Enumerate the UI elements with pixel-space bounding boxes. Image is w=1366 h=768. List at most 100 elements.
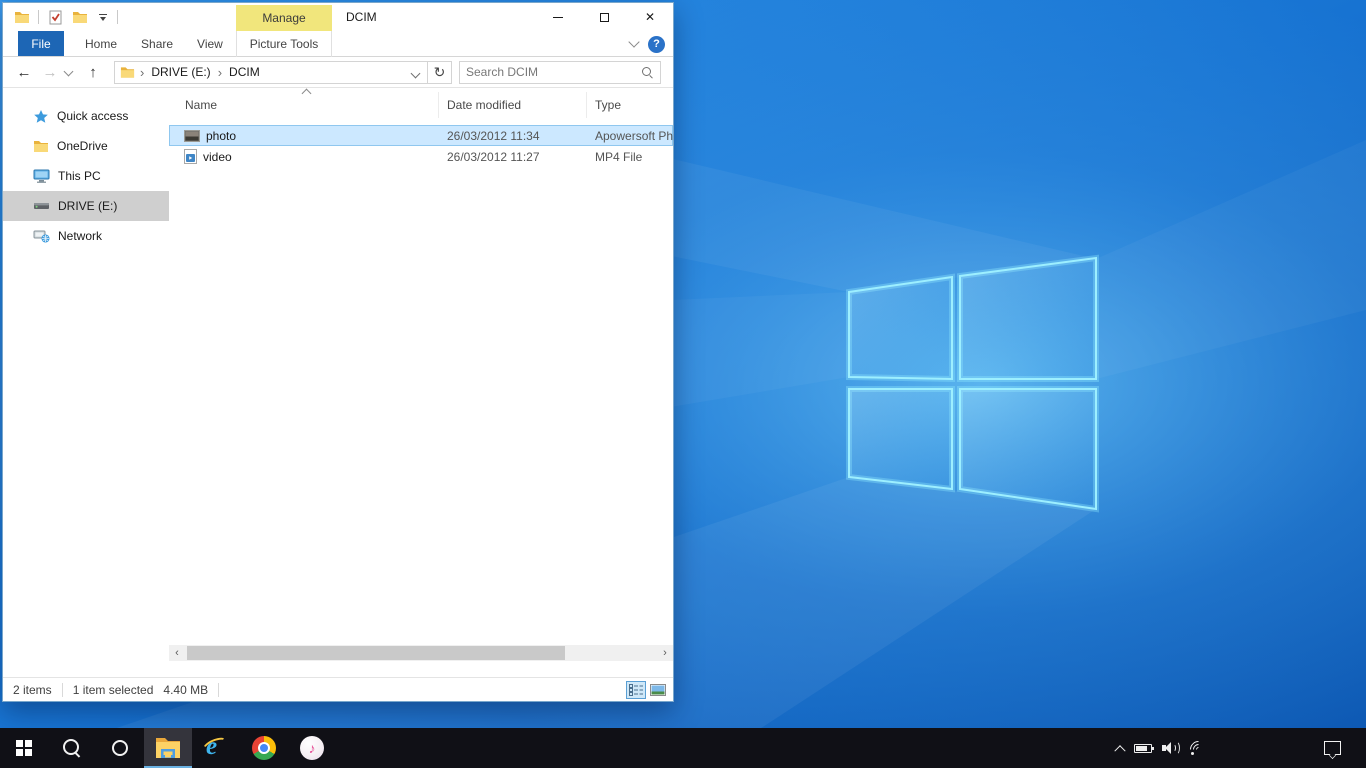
tab-share[interactable]: Share xyxy=(129,31,185,56)
sidebar-item-network[interactable]: Network xyxy=(3,221,169,251)
horizontal-scrollbar[interactable]: ‹ › xyxy=(169,645,673,661)
tab-home[interactable]: Home xyxy=(73,31,129,56)
battery-icon[interactable] xyxy=(1134,744,1152,753)
ribbon-tabs: File Home Share View Picture Tools ? xyxy=(3,31,673,57)
address-folder-icon xyxy=(120,66,135,79)
scrollbar-thumb[interactable] xyxy=(187,646,565,660)
sidebar-item-this-pc[interactable]: This PC xyxy=(3,161,169,191)
close-button[interactable]: ✕ xyxy=(627,3,673,31)
cortana-button[interactable] xyxy=(96,728,144,768)
column-headers: Name Date modified Type xyxy=(169,92,673,118)
tab-file[interactable]: File xyxy=(18,31,64,56)
breadcrumb-drive[interactable]: DRIVE (E:) xyxy=(149,65,212,79)
forward-button[interactable]: → xyxy=(37,64,63,81)
thumbnails-view-icon xyxy=(650,684,666,696)
recent-locations-icon[interactable] xyxy=(64,66,74,76)
title-bar[interactable]: Manage DCIM ✕ xyxy=(3,3,673,31)
maximize-button[interactable] xyxy=(581,3,627,31)
scrollbar-track[interactable] xyxy=(185,645,657,661)
file-name: photo xyxy=(206,129,236,143)
action-center-icon xyxy=(1324,741,1341,755)
minimize-icon xyxy=(553,17,563,18)
sort-ascending-icon xyxy=(302,89,312,99)
sidebar-item-onedrive[interactable]: OneDrive xyxy=(3,131,169,161)
taskbar: e ♪ xyxy=(0,728,1366,768)
quick-access-toolbar xyxy=(13,7,118,27)
hidden-icons-chevron-icon[interactable] xyxy=(1114,745,1125,756)
column-header-type[interactable]: Type xyxy=(587,92,673,118)
tab-picture-tools[interactable]: Picture Tools xyxy=(236,31,332,57)
file-row-video[interactable]: video 26/03/2012 11:27 MP4 File xyxy=(169,146,673,167)
wifi-icon[interactable] xyxy=(1190,741,1208,755)
ribbon-contextual-group-manage[interactable]: Manage xyxy=(236,5,332,31)
tab-view[interactable]: View xyxy=(185,31,235,56)
help-icon[interactable]: ? xyxy=(648,36,665,53)
file-type: Apowersoft Pho xyxy=(587,129,673,143)
network-icon xyxy=(33,229,50,243)
photo-thumbnail-icon xyxy=(184,130,200,142)
taskbar-search-button[interactable] xyxy=(48,728,96,768)
internet-explorer-button[interactable]: e xyxy=(192,728,240,768)
items-count: 2 items xyxy=(3,683,62,697)
volume-icon[interactable] xyxy=(1162,741,1180,755)
taskbar-file-explorer-button[interactable] xyxy=(144,728,192,768)
new-folder-icon[interactable] xyxy=(71,8,89,26)
sidebar-item-label: OneDrive xyxy=(57,139,108,153)
sidebar-item-label: DRIVE (E:) xyxy=(58,199,117,213)
maximize-icon xyxy=(600,13,609,22)
search-icon[interactable] xyxy=(641,66,654,79)
sidebar-item-drive-e[interactable]: DRIVE (E:) xyxy=(3,191,169,221)
refresh-button[interactable]: ↻ xyxy=(428,61,452,84)
sidebar-item-quick-access[interactable]: Quick access xyxy=(3,101,169,131)
up-button[interactable]: ↑ xyxy=(80,64,106,81)
sidebar-item-label: Quick access xyxy=(57,109,128,123)
search-input[interactable] xyxy=(466,65,641,79)
column-header-name[interactable]: Name xyxy=(169,92,439,118)
file-row-photo[interactable]: photo 26/03/2012 11:34 Apowersoft Pho xyxy=(169,125,673,146)
minimize-button[interactable] xyxy=(535,3,581,31)
search-box[interactable] xyxy=(459,61,661,84)
scroll-left-icon[interactable]: ‹ xyxy=(169,645,185,661)
breadcrumb-separator-icon: › xyxy=(135,65,149,80)
file-type: MP4 File xyxy=(587,150,673,164)
start-button[interactable] xyxy=(0,728,48,768)
itunes-button[interactable]: ♪ xyxy=(288,728,336,768)
minimize-ribbon-icon[interactable] xyxy=(628,36,639,47)
folder-icon[interactable] xyxy=(13,8,31,26)
thumbnails-view-button[interactable] xyxy=(648,681,668,699)
navigation-pane: Quick access OneDrive This PC xyxy=(3,88,169,661)
drive-icon xyxy=(33,202,50,210)
sidebar-item-label: This PC xyxy=(58,169,101,183)
scroll-right-icon[interactable]: › xyxy=(657,645,673,661)
quick-access-star-icon xyxy=(33,109,49,124)
separator xyxy=(38,10,39,24)
video-file-icon xyxy=(184,149,197,164)
column-header-date-modified[interactable]: Date modified xyxy=(439,92,587,118)
breadcrumb-dcim[interactable]: DCIM xyxy=(227,65,262,79)
column-label: Type xyxy=(595,98,621,112)
selection-size: 4.40 MB xyxy=(163,683,218,697)
breadcrumb-separator-icon: › xyxy=(213,65,227,80)
navigation-toolbar: ← → ↑ › DRIVE (E:) › DCIM ↻ xyxy=(3,57,673,88)
details-view-button[interactable] xyxy=(626,681,646,699)
file-date: 26/03/2012 11:27 xyxy=(439,150,587,164)
properties-icon[interactable] xyxy=(46,8,64,26)
file-explorer-icon xyxy=(155,737,181,759)
column-label: Name xyxy=(185,98,217,112)
separator xyxy=(218,683,219,697)
onedrive-folder-icon xyxy=(33,140,49,153)
customize-quick-access-icon[interactable] xyxy=(96,14,110,21)
file-name: video xyxy=(203,150,232,164)
action-center-button[interactable] xyxy=(1312,728,1352,768)
file-date: 26/03/2012 11:34 xyxy=(439,129,587,143)
details-view-icon xyxy=(629,684,643,696)
address-dropdown-icon[interactable] xyxy=(411,68,421,78)
chrome-button[interactable] xyxy=(240,728,288,768)
back-button[interactable]: ← xyxy=(11,64,37,81)
sidebar-item-label: Network xyxy=(58,229,102,243)
selection-count: 1 item selected xyxy=(63,683,164,697)
this-pc-icon xyxy=(33,169,50,183)
windows-start-icon xyxy=(16,740,32,756)
address-bar[interactable]: › DRIVE (E:) › DCIM xyxy=(114,61,428,84)
file-list: Name Date modified Type xyxy=(169,88,673,661)
